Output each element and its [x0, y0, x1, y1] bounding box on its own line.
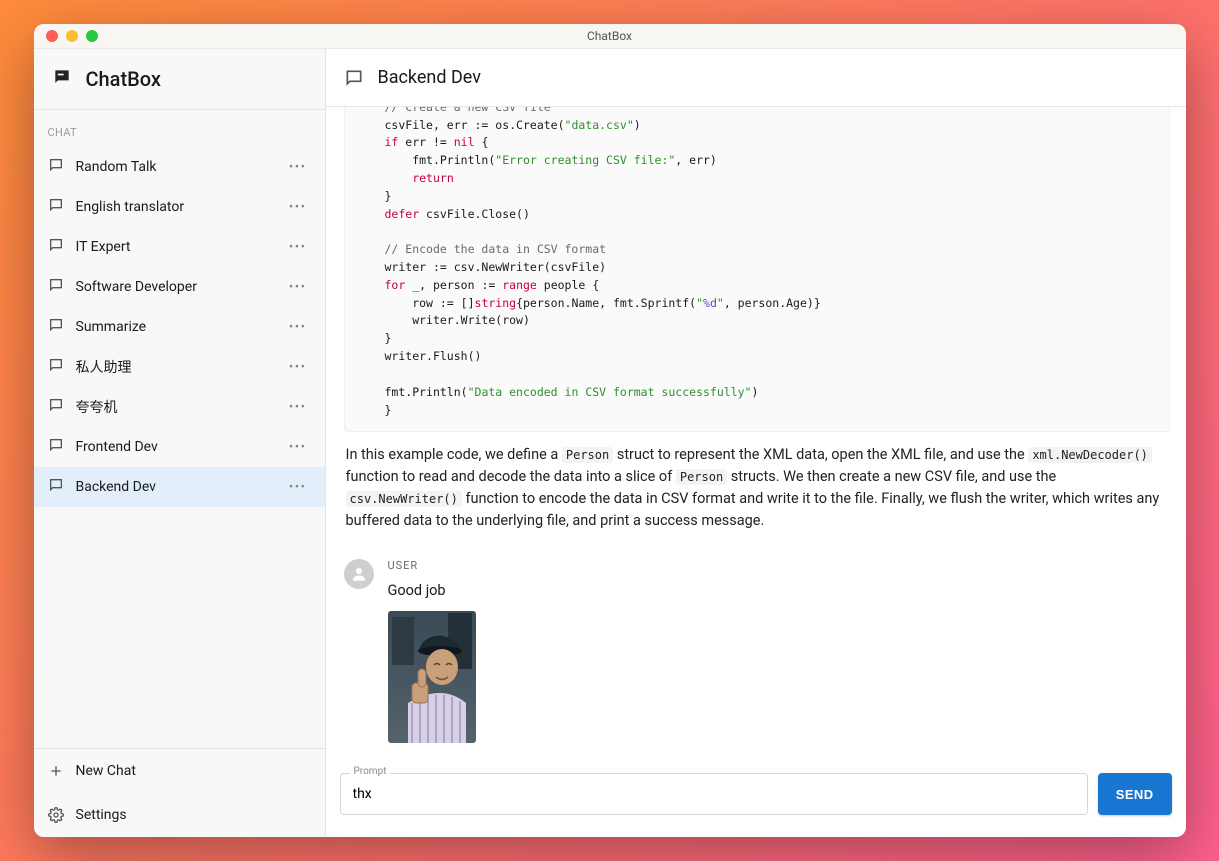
- chat-item-label: Random Talk: [76, 159, 273, 175]
- sidebar-chat-item[interactable]: 夸夸机 •••: [34, 387, 325, 427]
- chat-item-more-icon[interactable]: •••: [285, 480, 311, 495]
- user-avatar-icon: [344, 559, 374, 589]
- app-window: ChatBox ChatBox CHAT Random Talk•••Engli…: [34, 24, 1186, 837]
- chat-header: Backend Dev: [326, 49, 1186, 107]
- sidebar-chat-item[interactable]: Random Talk •••: [34, 147, 325, 187]
- chat-icon: [48, 197, 64, 217]
- chat-item-more-icon[interactable]: •••: [285, 240, 311, 255]
- chat-item-more-icon[interactable]: •••: [285, 440, 311, 455]
- chat-item-label: Frontend Dev: [76, 439, 273, 455]
- settings-button[interactable]: Settings: [34, 793, 325, 837]
- chat-icon: [48, 277, 64, 297]
- sidebar-chat-item[interactable]: Summarize •••: [34, 307, 325, 347]
- chat-icon: [48, 397, 64, 417]
- chat-icon: [48, 477, 64, 497]
- chat-item-label: English translator: [76, 199, 273, 215]
- sidebar-bottom: New Chat Settings: [34, 748, 325, 837]
- chat-icon: [344, 68, 364, 88]
- sidebar-chat-item[interactable]: Backend Dev •••: [34, 467, 325, 507]
- sidebar-chat-item[interactable]: English translator •••: [34, 187, 325, 227]
- sidebar-section-label: CHAT: [34, 110, 325, 147]
- chat-icon: [48, 437, 64, 457]
- user-message: USER Good job: [344, 559, 1170, 743]
- chat-app-icon: [52, 67, 72, 91]
- chat-title: Backend Dev: [378, 67, 481, 88]
- brand-title: ChatBox: [86, 67, 161, 91]
- brand: ChatBox: [34, 49, 325, 110]
- window-title: ChatBox: [34, 29, 1186, 43]
- settings-label: Settings: [76, 807, 127, 823]
- chat-icon: [48, 357, 64, 377]
- chat-item-more-icon[interactable]: •••: [285, 320, 311, 335]
- new-chat-button[interactable]: New Chat: [34, 749, 325, 793]
- chat-item-label: 私人助理: [76, 357, 273, 377]
- code-block[interactable]: var people []Person err = xml.NewDecoder…: [344, 107, 1170, 432]
- chat-icon: [48, 317, 64, 337]
- chat-item-label: Backend Dev: [76, 479, 273, 495]
- message-list[interactable]: var people []Person err = xml.NewDecoder…: [326, 107, 1186, 761]
- chat-item-more-icon[interactable]: •••: [285, 400, 311, 415]
- chat-list: Random Talk•••English translator•••IT Ex…: [34, 147, 325, 748]
- prompt-input[interactable]: [340, 773, 1088, 815]
- chat-item-label: IT Expert: [76, 239, 273, 255]
- titlebar[interactable]: ChatBox: [34, 24, 1186, 49]
- main-panel: Backend Dev var people []Person err = xm…: [326, 49, 1186, 837]
- sidebar-chat-item[interactable]: 私人助理 •••: [34, 347, 325, 387]
- attached-image-thumbs-up[interactable]: [388, 611, 476, 743]
- composer: Prompt SEND: [326, 761, 1186, 837]
- chat-item-more-icon[interactable]: •••: [285, 160, 311, 175]
- chat-item-label: Summarize: [76, 319, 273, 335]
- sidebar-chat-item[interactable]: IT Expert •••: [34, 227, 325, 267]
- assistant-explanation: In this example code, we define a Person…: [344, 444, 1170, 531]
- chat-item-label: Software Developer: [76, 279, 273, 295]
- chat-item-more-icon[interactable]: •••: [285, 200, 311, 215]
- chat-icon: [48, 237, 64, 257]
- message-role-label: USER: [388, 559, 1170, 572]
- sidebar: ChatBox CHAT Random Talk•••English trans…: [34, 49, 326, 837]
- sidebar-chat-item[interactable]: Frontend Dev •••: [34, 427, 325, 467]
- new-chat-label: New Chat: [76, 763, 136, 779]
- chat-item-more-icon[interactable]: •••: [285, 360, 311, 375]
- send-button[interactable]: SEND: [1098, 773, 1172, 815]
- sidebar-chat-item[interactable]: Software Developer •••: [34, 267, 325, 307]
- chat-icon: [48, 157, 64, 177]
- chat-item-more-icon[interactable]: •••: [285, 280, 311, 295]
- message-text: Good job: [388, 582, 1170, 599]
- chat-item-label: 夸夸机: [76, 397, 273, 417]
- prompt-field-label: Prompt: [350, 766, 391, 777]
